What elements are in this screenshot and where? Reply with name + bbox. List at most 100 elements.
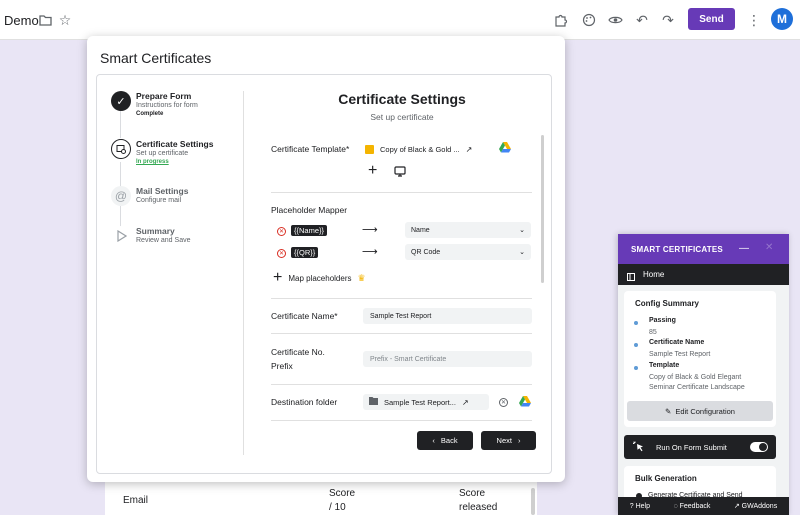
star-icon[interactable]: ☆ [56, 11, 74, 29]
step-title: Certificate Settings [136, 139, 214, 149]
send-button[interactable]: Send [688, 8, 735, 30]
chevron-left-icon: ‹ [432, 436, 435, 445]
column-released-line1: Score [459, 488, 486, 499]
template-label: Certificate Template* [271, 144, 350, 154]
feedback-icon: ◌ [673, 502, 678, 510]
column-score-line1: Score [329, 488, 356, 499]
pencil-icon: ✎ [665, 406, 672, 416]
run-label: Run On Form Submit [656, 443, 727, 452]
map-placeholders-label: Map placeholders [288, 273, 352, 283]
slides-icon [365, 144, 374, 154]
feedback-link[interactable]: ◌ Feedback [673, 503, 710, 510]
wizard-divider [243, 91, 244, 455]
background-scrollbar[interactable] [531, 488, 535, 515]
redo-icon[interactable]: ↷ [659, 11, 677, 29]
smart-certificates-dialog: Smart Certificates ✓ Prepare Form Instru… [87, 36, 565, 482]
destination-folder-chip[interactable]: Sample Test Report... ↗ [363, 394, 489, 410]
step-status: Complete [136, 111, 164, 117]
google-drive-icon[interactable] [519, 396, 531, 410]
cursor-click-icon [632, 440, 645, 456]
form-title[interactable]: Demo [4, 13, 39, 28]
addon-side-panel: SMART CERTIFICATES — ✕ Home Config Summa… [618, 234, 789, 515]
step-connector [120, 206, 121, 228]
mapping-select[interactable]: QR Code ⌄ [405, 244, 531, 260]
folder-icon[interactable] [36, 11, 54, 29]
step-connector [120, 162, 121, 187]
bullet [634, 366, 638, 370]
at-sign-icon: @ [111, 186, 131, 206]
step-title: Summary [136, 226, 175, 236]
wizard-container: ✓ Prepare Form Instructions for form Com… [96, 74, 552, 474]
summary-label: Certificate Name [649, 339, 705, 346]
prefix-label-line2: Prefix [271, 361, 293, 371]
summary-value: 85 [649, 329, 657, 336]
top-bar: Demo ☆ ↶ ↷ Send ⋮ M [0, 0, 800, 40]
add-icon[interactable]: + [368, 163, 377, 179]
avatar[interactable]: M [771, 8, 793, 30]
panel-nav[interactable]: Home [618, 264, 789, 285]
help-link[interactable]: ? Help [630, 503, 650, 510]
name-label: Certificate Name* [271, 311, 338, 321]
certificate-icon [111, 139, 131, 159]
back-label: Back [440, 436, 458, 445]
summary-value: Sample Test Report [649, 351, 711, 358]
undo-icon[interactable]: ↶ [633, 11, 651, 29]
settings-scrollbar[interactable] [541, 135, 544, 283]
preview-eye-icon[interactable] [606, 11, 624, 29]
google-drive-icon[interactable] [499, 142, 511, 156]
remove-icon[interactable]: ✕ [277, 249, 286, 258]
column-score-line2: / 10 [329, 502, 346, 513]
chevron-down-icon: ⌄ [519, 249, 525, 256]
edit-configuration-button[interactable]: ✎ Edit Configuration [627, 401, 773, 421]
nav-home[interactable]: Home [643, 270, 664, 279]
help-icon: ? [629, 502, 634, 510]
crown-icon: ♛ [357, 272, 366, 283]
map-placeholders-button[interactable]: + Map placeholders ♛ [273, 269, 366, 286]
template-chip[interactable]: Copy of Black & Gold ... ↗ [365, 141, 493, 157]
next-button[interactable]: Next › [481, 431, 536, 450]
addons-puzzle-icon[interactable] [552, 11, 570, 29]
config-title: Config Summary [635, 299, 700, 308]
external-link-icon: ↗ [733, 503, 740, 510]
step-subtitle: Review and Save [136, 237, 191, 244]
remove-icon[interactable]: ✕ [277, 227, 286, 236]
settings-subtitle: Set up certificate [370, 112, 434, 122]
more-vert-icon[interactable]: ⋮ [745, 11, 763, 29]
open-external-icon[interactable]: ↗ [462, 398, 469, 407]
back-button[interactable]: ‹ Back [417, 431, 473, 450]
bullet [634, 343, 638, 347]
close-icon[interactable]: ✕ [765, 242, 773, 253]
palette-icon[interactable] [580, 11, 598, 29]
step-subtitle: Instructions for form [136, 102, 198, 109]
gwaddons-label: GWAddons [741, 503, 778, 510]
edit-label: Edit Configuration [675, 406, 735, 416]
help-label: Help [635, 502, 650, 510]
clear-icon[interactable]: ✕ [499, 398, 508, 407]
dialog-title: Smart Certificates [100, 50, 212, 66]
step-title: Prepare Form [136, 91, 192, 101]
template-name: Copy of Black & Gold ... [380, 144, 460, 154]
present-icon[interactable] [394, 166, 406, 180]
folder-name: Sample Test Report... [384, 397, 456, 407]
prefix-input[interactable]: Prefix - Smart Certificate [363, 351, 532, 367]
minimize-icon[interactable]: — [739, 243, 749, 254]
section-divider [271, 333, 532, 334]
panel-footer: ? Help ◌ Feedback ↗ GWAddons [618, 497, 789, 515]
certificate-name-input[interactable]: Sample Test Report [363, 308, 532, 324]
placeholder-tag: {{QR}} [291, 247, 319, 258]
check-icon: ✓ [111, 91, 131, 111]
summary-label: Template [649, 362, 680, 369]
add-icon: + [273, 269, 283, 286]
gwaddons-link[interactable]: ↗ GWAddons [734, 502, 777, 510]
section-divider [271, 384, 532, 385]
arrow-right-icon: ⟶ [362, 246, 378, 258]
mapping-select[interactable]: Name ⌄ [405, 222, 531, 238]
sidebar-icon [627, 270, 635, 284]
run-on-submit-card[interactable]: Run On Form Submit [624, 435, 776, 459]
responses-table: Email Score / 10 Score released [105, 482, 537, 515]
settings-title: Certificate Settings [338, 91, 466, 107]
mapping-value: QR Code [411, 248, 441, 256]
step-subtitle: Configure mail [136, 197, 182, 204]
open-external-icon[interactable]: ↗ [466, 145, 473, 154]
run-toggle[interactable] [750, 442, 768, 452]
